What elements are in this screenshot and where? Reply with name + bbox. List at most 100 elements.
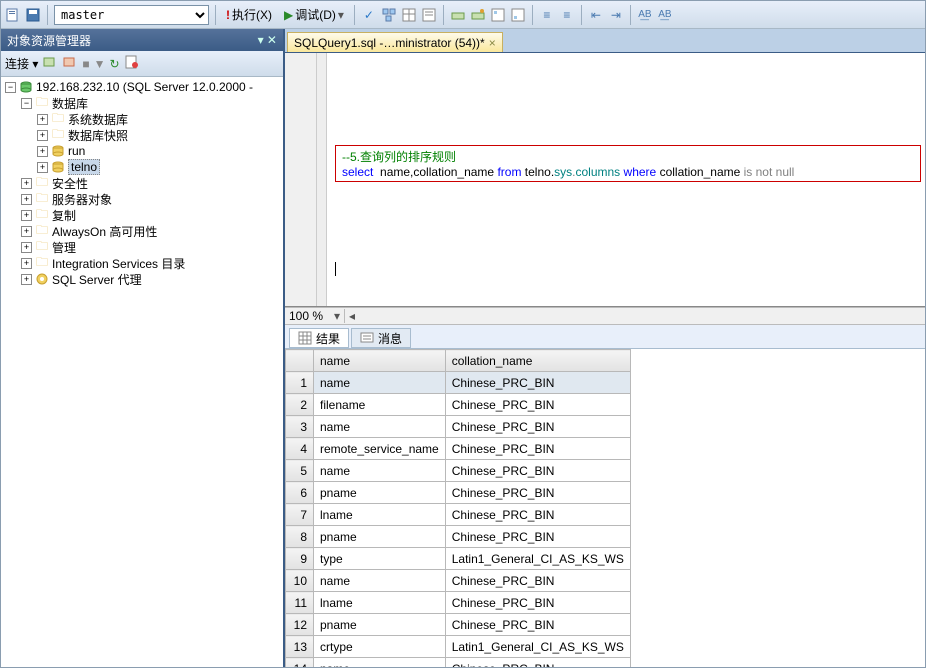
row-number[interactable]: 5 bbox=[286, 460, 314, 482]
cell-collation[interactable]: Chinese_PRC_BIN bbox=[445, 592, 630, 614]
stop-icon[interactable]: ■ bbox=[82, 57, 89, 71]
cell-name[interactable]: name bbox=[314, 570, 446, 592]
editor-tab[interactable]: SQLQuery1.sql -…ministrator (54))* × bbox=[287, 32, 503, 52]
table-row[interactable]: 2filenameChinese_PRC_BIN bbox=[286, 394, 631, 416]
uncomment-icon[interactable]: A͟B bbox=[657, 7, 673, 23]
table-row[interactable]: 1nameChinese_PRC_BIN bbox=[286, 372, 631, 394]
cell-name[interactable]: name bbox=[314, 416, 446, 438]
debug-button[interactable]: ▶调试(D)▾ bbox=[280, 5, 348, 24]
table-row[interactable]: 8pnameChinese_PRC_BIN bbox=[286, 526, 631, 548]
row-number[interactable]: 6 bbox=[286, 482, 314, 504]
cell-name[interactable]: name bbox=[314, 460, 446, 482]
table-row[interactable]: 6pnameChinese_PRC_BIN bbox=[286, 482, 631, 504]
table-row[interactable]: 10nameChinese_PRC_BIN bbox=[286, 570, 631, 592]
cell-name[interactable]: lname bbox=[314, 592, 446, 614]
cell-collation[interactable]: Chinese_PRC_BIN bbox=[445, 416, 630, 438]
row-number[interactable]: 13 bbox=[286, 636, 314, 658]
row-number[interactable]: 11 bbox=[286, 592, 314, 614]
expand-toggle[interactable]: + bbox=[21, 210, 32, 221]
cell-collation[interactable]: Chinese_PRC_BIN bbox=[445, 570, 630, 592]
tb-icon-1[interactable] bbox=[450, 7, 466, 23]
plan-icon[interactable] bbox=[381, 7, 397, 23]
scroll-left-icon[interactable]: ◂ bbox=[345, 309, 359, 323]
filter-icon[interactable]: ▼ bbox=[94, 57, 106, 71]
indent-left-icon[interactable]: ≡ bbox=[539, 7, 555, 23]
expand-toggle[interactable]: + bbox=[37, 114, 48, 125]
cell-collation[interactable]: Chinese_PRC_BIN bbox=[445, 614, 630, 636]
cell-name[interactable]: pname bbox=[314, 526, 446, 548]
expand-toggle[interactable]: + bbox=[21, 274, 32, 285]
cell-name[interactable]: pname bbox=[314, 482, 446, 504]
expand-toggle[interactable]: + bbox=[21, 258, 32, 269]
table-row[interactable]: 5nameChinese_PRC_BIN bbox=[286, 460, 631, 482]
row-number[interactable]: 9 bbox=[286, 548, 314, 570]
row-number[interactable]: 1 bbox=[286, 372, 314, 394]
new-query-icon[interactable] bbox=[5, 7, 21, 23]
indent-icon[interactable]: ⇥ bbox=[608, 7, 624, 23]
tb-icon-3[interactable] bbox=[490, 7, 506, 23]
expand-toggle[interactable]: + bbox=[37, 146, 48, 157]
cell-collation[interactable]: Chinese_PRC_BIN bbox=[445, 372, 630, 394]
table-row[interactable]: 13crtypeLatin1_General_CI_AS_KS_WS bbox=[286, 636, 631, 658]
object-tree[interactable]: −192.168.232.10 (SQL Server 12.0.2000 - … bbox=[1, 77, 283, 667]
database-select[interactable]: master bbox=[54, 5, 209, 25]
tb-icon-4[interactable] bbox=[510, 7, 526, 23]
cell-collation[interactable]: Chinese_PRC_BIN bbox=[445, 658, 630, 668]
cell-name[interactable]: name bbox=[314, 658, 446, 668]
table-row[interactable]: 9typeLatin1_General_CI_AS_KS_WS bbox=[286, 548, 631, 570]
cell-name[interactable]: name bbox=[314, 372, 446, 394]
row-number[interactable]: 4 bbox=[286, 438, 314, 460]
connect-dropdown[interactable]: 连接 ▾ bbox=[5, 55, 38, 72]
row-number[interactable]: 2 bbox=[286, 394, 314, 416]
row-number[interactable]: 14 bbox=[286, 658, 314, 668]
messages-tab[interactable]: 消息 bbox=[351, 328, 411, 348]
cell-collation[interactable]: Latin1_General_CI_AS_KS_WS bbox=[445, 636, 630, 658]
col-header-collation[interactable]: collation_name bbox=[445, 350, 630, 372]
table-row[interactable]: 4remote_service_nameChinese_PRC_BIN bbox=[286, 438, 631, 460]
row-number[interactable]: 12 bbox=[286, 614, 314, 636]
cell-name[interactable]: type bbox=[314, 548, 446, 570]
expand-toggle[interactable]: + bbox=[21, 226, 32, 237]
sql-editor[interactable]: --5.查询列的排序规则 select name,collation_name … bbox=[327, 53, 925, 306]
expand-toggle[interactable]: − bbox=[5, 82, 16, 93]
refresh-icon[interactable]: ↻ bbox=[110, 57, 120, 71]
cell-name[interactable]: pname bbox=[314, 614, 446, 636]
corner-cell[interactable] bbox=[286, 350, 314, 372]
disconnect-icon[interactable] bbox=[62, 54, 78, 73]
cell-collation[interactable]: Chinese_PRC_BIN bbox=[445, 482, 630, 504]
results-tab[interactable]: 结果 bbox=[289, 328, 349, 348]
expand-toggle[interactable]: + bbox=[21, 242, 32, 253]
results-grid-icon[interactable] bbox=[401, 7, 417, 23]
cell-collation[interactable]: Latin1_General_CI_AS_KS_WS bbox=[445, 548, 630, 570]
results-grid[interactable]: name collation_name 1nameChinese_PRC_BIN… bbox=[285, 349, 631, 667]
indent-right-icon[interactable]: ≡ bbox=[559, 7, 575, 23]
table-row[interactable]: 11lnameChinese_PRC_BIN bbox=[286, 592, 631, 614]
expand-toggle[interactable]: + bbox=[37, 162, 48, 173]
row-number[interactable]: 10 bbox=[286, 570, 314, 592]
table-row[interactable]: 3nameChinese_PRC_BIN bbox=[286, 416, 631, 438]
pin-icon[interactable]: ▾ ✕ bbox=[258, 33, 277, 47]
expand-toggle[interactable]: + bbox=[21, 194, 32, 205]
cell-collation[interactable]: Chinese_PRC_BIN bbox=[445, 394, 630, 416]
chevron-down-icon[interactable]: ▾ bbox=[334, 309, 340, 323]
cell-name[interactable]: crtype bbox=[314, 636, 446, 658]
zoom-select[interactable]: 100 %▾ bbox=[285, 309, 345, 323]
expand-toggle[interactable]: − bbox=[21, 98, 32, 109]
outdent-icon[interactable]: ⇤ bbox=[588, 7, 604, 23]
comment-icon[interactable]: A͟B bbox=[637, 7, 653, 23]
script-icon[interactable] bbox=[124, 54, 140, 73]
row-number[interactable]: 7 bbox=[286, 504, 314, 526]
cell-name[interactable]: filename bbox=[314, 394, 446, 416]
cell-collation[interactable]: Chinese_PRC_BIN bbox=[445, 526, 630, 548]
results-text-icon[interactable] bbox=[421, 7, 437, 23]
row-number[interactable]: 3 bbox=[286, 416, 314, 438]
results-grid-wrap[interactable]: name collation_name 1nameChinese_PRC_BIN… bbox=[285, 349, 925, 667]
tb-icon-2[interactable] bbox=[470, 7, 486, 23]
save-icon[interactable] bbox=[25, 7, 41, 23]
expand-toggle[interactable]: + bbox=[21, 178, 32, 189]
execute-button[interactable]: !执行(X) bbox=[222, 5, 276, 24]
cell-collation[interactable]: Chinese_PRC_BIN bbox=[445, 438, 630, 460]
cell-collation[interactable]: Chinese_PRC_BIN bbox=[445, 460, 630, 482]
check-icon[interactable]: ✓ bbox=[361, 7, 377, 23]
col-header-name[interactable]: name bbox=[314, 350, 446, 372]
